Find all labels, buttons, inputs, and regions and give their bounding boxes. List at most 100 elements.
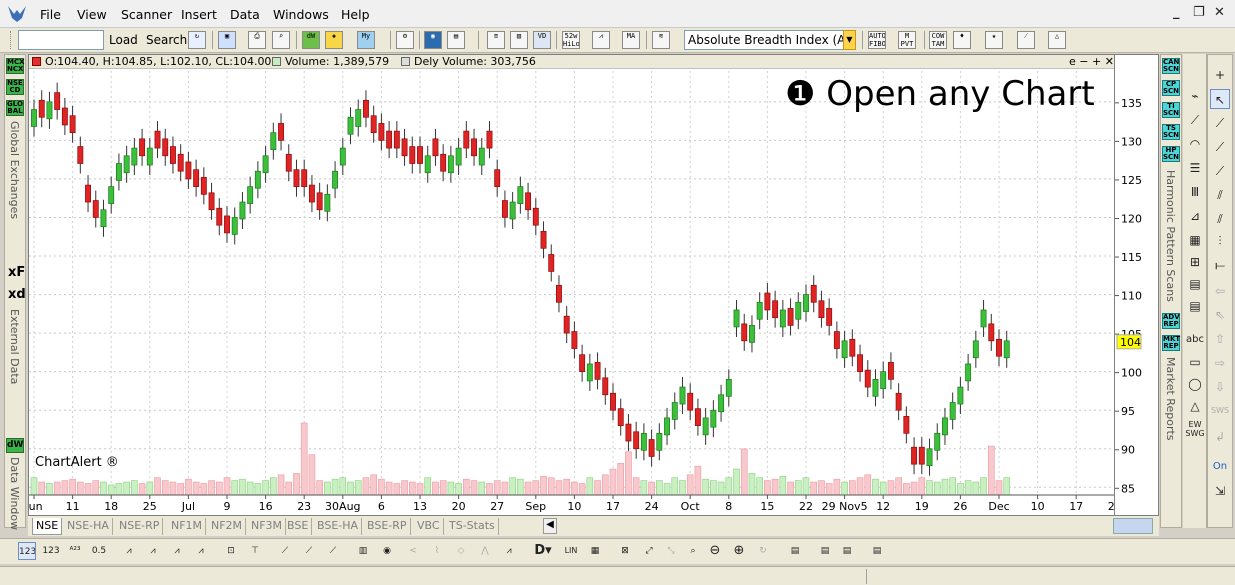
dim-3-icon[interactable]: ⋀ [476, 542, 494, 560]
arrow-left-icon[interactable]: ⇦ [1210, 281, 1230, 301]
gann-grid-icon[interactable]: ▦ [1185, 230, 1205, 250]
notes-icon[interactable]: ▤ [786, 542, 804, 560]
print-preview-icon[interactable]: ⌕ [272, 31, 290, 49]
overlay-icon[interactable]: ≋ [652, 31, 670, 49]
refresh-icon[interactable]: ↻ [188, 31, 206, 49]
pointer-icon[interactable]: ↖ [1210, 89, 1230, 109]
mp-icon[interactable]: ◉ [378, 542, 396, 560]
xd-icon[interactable]: xd [8, 287, 26, 302]
tas-icon[interactable]: ★ [985, 31, 1003, 49]
zoom-box-icon[interactable]: ⊡ [222, 542, 240, 560]
tab-bse[interactable]: BSE [284, 518, 313, 535]
text-tool-icon[interactable]: abc [1185, 330, 1205, 350]
data-window-tab[interactable]: Data Window [8, 457, 21, 530]
data-window-badge[interactable]: dW [6, 438, 24, 453]
chevron-down-icon[interactable]: ▼ [843, 30, 856, 50]
grid-icon[interactable]: ▦ [586, 542, 604, 560]
mkt-rep-badge[interactable]: MKT REP [1162, 335, 1180, 351]
settings-icon[interactable]: ⚙ [396, 31, 414, 49]
tab-nse-ha[interactable]: NSE-HA [64, 518, 113, 535]
menu-help[interactable]: Help [341, 7, 370, 22]
menu-file[interactable]: File [40, 7, 61, 22]
count-ratio-icon[interactable]: 0.5 [90, 542, 108, 560]
indicator-icon[interactable]: ⩘ [592, 31, 610, 49]
volume-icon[interactable]: VD [533, 31, 551, 49]
external-data-tab[interactable]: External Data [8, 309, 21, 384]
triangle-tool-icon[interactable]: △ [1185, 396, 1205, 416]
close-button[interactable]: ✕ [1214, 5, 1225, 20]
arrow-right-icon[interactable]: ⇨ [1210, 353, 1230, 373]
fan-tool-icon[interactable]: ⊿ [1185, 206, 1205, 226]
channel-sl-icon[interactable]: ⫽ [1210, 185, 1230, 205]
zoom-out-icon[interactable]: ⊖ [706, 542, 724, 560]
nse-cd-badge[interactable]: NSE CD [6, 79, 24, 95]
menu-windows[interactable]: Windows [273, 7, 329, 22]
restore-button[interactable]: ❐ [1193, 5, 1205, 20]
menu-scanner[interactable]: Scanner [121, 7, 172, 22]
sws-icon[interactable]: SWS [1210, 401, 1230, 421]
harmonic-pattern-scans-tab[interactable]: Harmonic Pattern Scans [1164, 170, 1177, 302]
lin-icon[interactable]: LIN [562, 542, 580, 560]
adv-rep-badge[interactable]: ADV REP [1162, 313, 1180, 329]
report-2-icon[interactable]: ▤ [838, 542, 856, 560]
vertical-line-icon[interactable]: ⫶ [1210, 231, 1230, 251]
save-icon[interactable]: ▣ [218, 31, 236, 49]
fit-icon[interactable]: ⊠ [616, 542, 634, 560]
tab-nf1m[interactable]: NF1M [168, 518, 207, 535]
line-tool-icon[interactable]: ⟋ [1185, 110, 1205, 130]
scan-list-icon[interactable]: ▤ [1185, 274, 1205, 294]
count-abc-icon[interactable]: ᴬ²³ [66, 542, 84, 560]
arrow-up-left-icon[interactable]: ⇖ [1210, 305, 1230, 325]
window-icon[interactable]: ▤ [447, 31, 465, 49]
dim-2-icon[interactable]: ◇ [452, 542, 470, 560]
trendline-icon[interactable]: ⟋ [1210, 113, 1230, 133]
menu-view[interactable]: View [77, 7, 107, 22]
level-icon[interactable]: ⊤ [246, 542, 264, 560]
moving-average-icon[interactable]: MA [622, 31, 640, 49]
app-logo-icon[interactable] [6, 4, 28, 24]
trendline-sl2-icon[interactable]: ⟋ [1210, 161, 1230, 181]
expand-icon[interactable]: ⤢ [640, 542, 658, 560]
d-dropdown-icon[interactable]: D▾ [534, 542, 552, 560]
ts-scn-badge[interactable]: TS SCN [1162, 124, 1180, 140]
tab-nf3m[interactable]: NF3M [248, 518, 287, 535]
pivot-icon[interactable]: M PVT [898, 31, 916, 49]
ti-scn-badge[interactable]: TI SCN [1162, 102, 1180, 118]
rectangle-tool-icon[interactable]: ▭ [1185, 352, 1205, 372]
auto-fibo-icon[interactable]: AUTO FIBO [868, 31, 886, 49]
bar-chart-icon[interactable]: ▥ [510, 31, 528, 49]
arrow-down-icon[interactable]: ⇩ [1210, 377, 1230, 397]
candlestick-chart[interactable]: Jun 11 18 25 Jul 9 16 23 30Aug 6 13 20 27 Sep 10 17 24 Oc… [29, 69, 1114, 515]
market-reports-tab[interactable]: Market Reports [1164, 357, 1177, 441]
bars-icon[interactable]: ▥ [354, 542, 372, 560]
pattern-3-icon[interactable]: ⩘ [168, 542, 186, 560]
menu-insert[interactable]: Insert [181, 7, 217, 22]
toolbar-grip[interactable] [10, 31, 11, 49]
pattern-1-icon[interactable]: ⩘ [120, 542, 138, 560]
ellipse-tool-icon[interactable]: ◯ [1185, 374, 1205, 394]
trend-c-icon[interactable]: ⟋ [324, 542, 342, 560]
minimize-button[interactable]: _ [1173, 5, 1180, 20]
menu-data[interactable]: Data [230, 7, 260, 22]
ew-swing-icon[interactable]: EW SWG [1185, 420, 1205, 440]
xf-icon[interactable]: xF [8, 265, 25, 280]
shrink-icon[interactable]: ⤡ [662, 542, 680, 560]
snap-icon[interactable]: ⇲ [1210, 481, 1230, 501]
tab-bse-rp[interactable]: BSE-RP [364, 518, 411, 535]
search-button[interactable]: Search [143, 30, 190, 50]
tab-bse-ha[interactable]: BSE-HA [314, 518, 363, 535]
arc-tool-icon[interactable]: ◠ [1185, 134, 1205, 154]
channel-sl2-icon[interactable]: ⫽ [1210, 209, 1230, 229]
trend-a-icon[interactable]: ⟋ [276, 542, 294, 560]
zoom-in-icon[interactable]: ⊕ [730, 542, 748, 560]
arrow-up-icon[interactable]: ⇧ [1210, 329, 1230, 349]
indicator-dropdown[interactable]: Absolute Breadth Index (ABI [684, 30, 844, 50]
print-icon[interactable]: ⎙ [248, 31, 266, 49]
list-icon[interactable]: ≡ [487, 31, 505, 49]
sws-report-icon[interactable]: ▤ [868, 542, 886, 560]
report-icon[interactable]: ▤ [816, 542, 834, 560]
hilo-52w-icon[interactable]: 52w HiLo [562, 31, 580, 49]
signal-icon[interactable]: ♦ [953, 31, 971, 49]
horizontal-line-icon[interactable]: ⟝ [1210, 255, 1230, 275]
cow-tam-icon[interactable]: COW TAM [929, 31, 947, 49]
